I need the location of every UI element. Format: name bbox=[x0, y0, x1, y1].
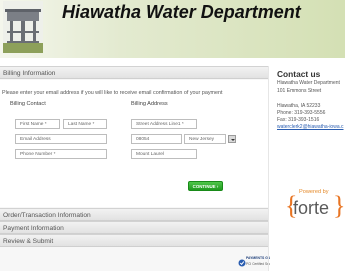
zip-field[interactable]: 08054 bbox=[131, 134, 182, 144]
right-brace-icon: } bbox=[333, 191, 345, 220]
contact-heading: Contact us bbox=[277, 69, 321, 79]
email-field[interactable]: Email Address bbox=[15, 134, 107, 144]
city-field[interactable]: Mount Laurel bbox=[131, 149, 197, 159]
contact-fax: Fax: 319-393-1516 bbox=[277, 117, 320, 123]
billing-address-label: Billing Address bbox=[131, 101, 168, 107]
contact-city: Hiawatha, IA 52233 bbox=[277, 103, 321, 109]
contact-org: Hiawatha Water Department bbox=[277, 80, 340, 86]
site-title: Hiawatha Water Department bbox=[62, 2, 301, 22]
billing-contact-label: Billing Contact bbox=[10, 101, 46, 107]
section-order-transaction[interactable]: Order/Transaction Information bbox=[0, 208, 268, 221]
contact-phone: Phone: 319-393-5556 bbox=[277, 110, 326, 116]
contact-email-link[interactable]: waterclerk2@hiawatha-iowa.c bbox=[277, 124, 344, 130]
sidebar-divider bbox=[268, 66, 269, 271]
powered-by-label: Powered by bbox=[299, 189, 329, 195]
arrow-right-icon: › bbox=[216, 184, 219, 189]
section-payment-information[interactable]: Payment Information bbox=[0, 221, 268, 234]
last-name-field[interactable]: Last Name * bbox=[63, 119, 107, 129]
water-tower-logo-icon bbox=[3, 1, 43, 53]
email-confirmation-note: Please enter your email address if you w… bbox=[2, 90, 223, 96]
chevron-down-icon[interactable] bbox=[228, 135, 236, 143]
state-select[interactable]: New Jersey bbox=[184, 134, 226, 144]
continue-label: CONTINUE bbox=[192, 184, 216, 189]
section-billing-information[interactable]: Billing Information bbox=[0, 66, 268, 79]
continue-button[interactable]: CONTINUE › bbox=[188, 181, 223, 191]
phone-field[interactable]: Phone Number * bbox=[15, 149, 107, 159]
contact-street: 101 Emmons Street bbox=[277, 88, 322, 94]
street-address-field[interactable]: Street Address Line1 * bbox=[131, 119, 197, 129]
first-name-field[interactable]: First Name * bbox=[15, 119, 60, 129]
forte-logo-text: forte bbox=[293, 198, 330, 218]
section-review-submit[interactable]: Review & Submit bbox=[0, 234, 268, 247]
